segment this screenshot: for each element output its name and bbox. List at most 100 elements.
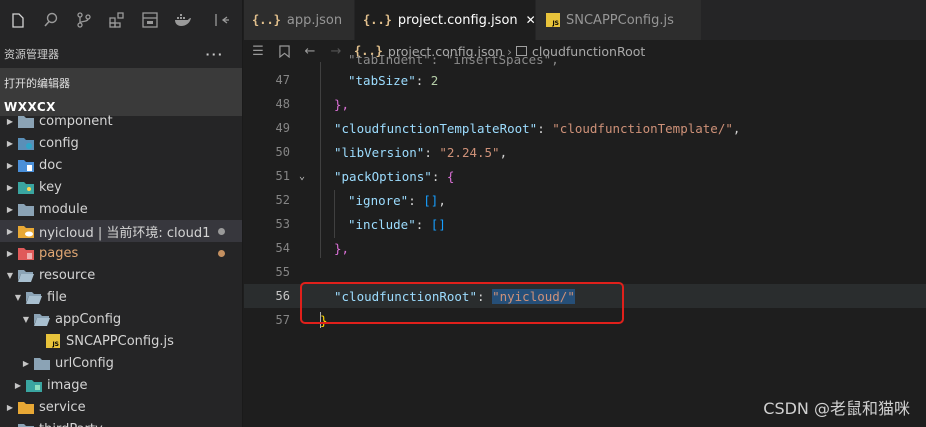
chevron-right-icon: ▶ — [6, 116, 14, 126]
extensions-icon[interactable] — [103, 6, 131, 34]
tree-item-doc[interactable]: ▶ doc — [0, 154, 242, 176]
tree-item-image[interactable]: ▶ image — [0, 374, 242, 396]
json-icon: {..} — [363, 13, 392, 27]
service-folder-icon — [18, 401, 34, 414]
code-line: 49 "cloudfunctionTemplateRoot": "cloudfu… — [244, 116, 926, 140]
remote-icon[interactable] — [136, 6, 164, 34]
tree-item-key[interactable]: ▶ key — [0, 176, 242, 198]
chevron-right-icon: ▶ — [22, 358, 30, 368]
json-value: 2 — [430, 72, 439, 88]
tree-item-resource[interactable]: ▼ resource — [0, 264, 242, 286]
config-folder-icon — [18, 137, 34, 150]
tree-item-label: resource — [39, 267, 96, 283]
file-tree: ▶ component ▶ config ▶ doc ▶ key ▶ modul… — [0, 110, 242, 427]
chevron-right-icon: ▶ — [6, 138, 14, 148]
tab-app-json[interactable]: {..} app.json — [244, 0, 355, 40]
tree-item-label: key — [39, 179, 62, 195]
tree-item-label: thirdParty — [39, 422, 103, 427]
tab-bar: {..} app.json {..} project.config.json ✕… — [244, 0, 926, 40]
docker-icon[interactable] — [169, 6, 197, 34]
code-text: "libVersion": "2.24.5", — [334, 144, 508, 160]
image-folder-icon — [26, 379, 42, 392]
tree-item-pages[interactable]: ▶ pages — [0, 242, 242, 264]
tree-item-appConfig[interactable]: ▼ appConfig — [0, 308, 242, 330]
line-number: 48 — [275, 97, 290, 111]
line-number: 54 — [275, 241, 290, 255]
tree-item-label: doc — [39, 157, 63, 173]
code-line: 48 }, — [244, 92, 926, 116]
json-key: "packOptions" — [334, 168, 432, 184]
line-number: 55 — [275, 265, 290, 279]
modified-dot — [218, 249, 225, 257]
tree-item-sncappconfig[interactable]: JS SNCAPPConfig.js — [0, 330, 242, 352]
chevron-right-icon: ▶ — [6, 182, 14, 192]
code-line: 52 "ignore": [], — [244, 188, 926, 212]
tree-item-label: config — [39, 135, 79, 151]
tree-item-label: urlConfig — [55, 355, 114, 371]
code-editor[interactable]: "tabIndent": "insertSpaces", 47 "tabSize… — [244, 52, 926, 427]
tree-item-module[interactable]: ▶ module — [0, 198, 242, 220]
code-text: "tabSize": 2 — [348, 72, 439, 88]
code-text: }, — [334, 240, 350, 256]
line-number: 50 — [275, 145, 290, 159]
watermark: CSDN @老鼠和猫咪 — [763, 399, 910, 418]
tree-item-component[interactable]: ▶ component — [0, 110, 242, 132]
json-key: "libVersion" — [334, 144, 425, 160]
chevron-right-icon: ▶ — [6, 226, 14, 236]
json-key: "ignore" — [348, 192, 409, 208]
open-editors-label: 打开的编辑器 — [4, 77, 70, 90]
tree-item-label: module — [39, 201, 88, 217]
tree-item-thirdParty[interactable]: ▶ thirdParty — [0, 418, 242, 427]
chevron-right-icon: ▶ — [6, 248, 14, 258]
cloud-folder-icon — [18, 225, 34, 238]
code-text: "include": [] — [348, 216, 446, 232]
js-file-icon: JS — [546, 13, 560, 27]
pages-folder-icon — [18, 247, 34, 260]
json-value: "cloudfunctionTemplate/" — [552, 120, 733, 136]
tab-label: app.json — [286, 12, 343, 28]
close-icon[interactable]: ✕ — [526, 13, 536, 27]
line-number: 56 — [275, 289, 290, 303]
tree-item-label: appConfig — [55, 311, 122, 327]
chevron-down-icon: ▼ — [14, 292, 22, 302]
more-actions-icon[interactable]: ··· — [205, 48, 224, 61]
js-file-icon: JS — [46, 334, 60, 348]
editor-area: {..} app.json {..} project.config.json ✕… — [244, 0, 926, 427]
line-number: 53 — [275, 217, 290, 231]
folder-open-icon — [26, 291, 42, 304]
line-number: 57 — [275, 313, 290, 327]
explorer-header: 资源管理器 ··· — [0, 40, 242, 68]
tree-item-file[interactable]: ▼ file — [0, 286, 242, 308]
code-text: "tabIndent": "insertSpaces", — [348, 52, 559, 66]
search-icon[interactable] — [37, 6, 65, 34]
collapse-panel-icon[interactable] — [208, 6, 236, 34]
json-icon: {..} — [252, 13, 281, 27]
source-control-icon[interactable] — [70, 6, 98, 34]
json-value: { — [446, 168, 455, 184]
json-value: [] — [430, 216, 446, 232]
code-text: }, — [334, 96, 350, 112]
chevron-down-icon: ▼ — [6, 270, 14, 280]
line-number: 47 — [275, 73, 290, 87]
chevron-right-icon: ▶ — [6, 160, 14, 170]
files-icon[interactable] — [4, 6, 32, 34]
tree-item-config[interactable]: ▶ config — [0, 132, 242, 154]
tree-item-label: component — [39, 113, 113, 129]
code-line: "tabIndent": "insertSpaces", — [244, 52, 926, 66]
modified-dot — [218, 227, 225, 235]
tree-item-urlConfig[interactable]: ▶ urlConfig — [0, 352, 242, 374]
code-text: "packOptions": { — [334, 168, 455, 184]
code-line: 51 ⌄ "packOptions": { — [244, 164, 926, 188]
folder-icon — [18, 115, 34, 128]
tab-sncappconfig-js[interactable]: JS SNCAPPConfig.js — [536, 0, 702, 40]
code-text: "cloudfunctionTemplateRoot": "cloudfunct… — [334, 120, 741, 136]
chevron-right-icon: ▶ — [6, 402, 14, 412]
key-folder-icon — [18, 181, 34, 194]
tree-item-service[interactable]: ▶ service — [0, 396, 242, 418]
tree-item-nyicloud[interactable]: ▶ nyicloud | 当前环境: cloud1 — [0, 220, 242, 242]
open-editors-section[interactable]: 打开的编辑器 — [0, 68, 242, 98]
chevron-down-icon[interactable]: ⌄ — [294, 171, 310, 182]
tree-item-label: file — [47, 289, 67, 305]
tab-project-config-json[interactable]: {..} project.config.json ✕ — [355, 0, 536, 40]
line-number: 51 — [275, 169, 290, 183]
